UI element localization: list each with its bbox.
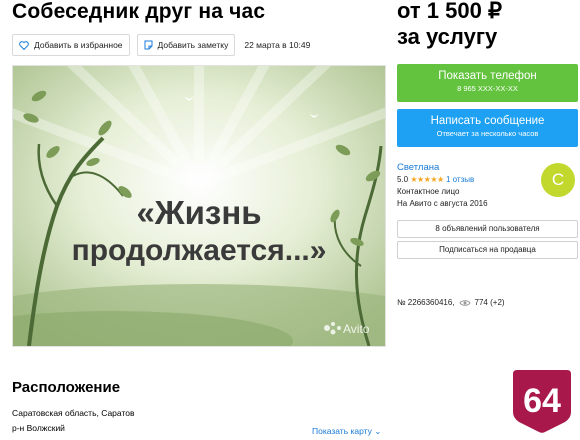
seller-rating: 5.0 (397, 175, 409, 184)
show-phone-button[interactable]: Показать телефон 8 965 XXX-XX-XX (397, 64, 578, 102)
seller-role: Контактное лицо (397, 187, 460, 196)
user-listings-button[interactable]: 8 объявлений пользователя (397, 220, 578, 238)
add-favorite-label: Добавить в избранное (34, 40, 123, 50)
rating-stars-icon: ★★★★★ (410, 175, 444, 184)
badge-text: 64 (523, 382, 561, 420)
price-unit: за услугу (397, 24, 498, 49)
view-count: 774 (+2) (474, 298, 505, 307)
phone-masked: 8 965 XXX-XX-XX (457, 84, 518, 93)
photo-watermark: Avito (343, 322, 370, 336)
ad-number: № 2266360416, (397, 298, 455, 307)
listing-photo[interactable]: «Жизнь продолжается...» Avito (12, 65, 386, 347)
price: от 1 500 ₽ за услугу (397, 0, 502, 50)
publish-date: 22 марта в 10:49 (244, 40, 311, 50)
seller-avatar[interactable]: С (541, 163, 575, 197)
location-district: р-н Волжский (12, 423, 65, 433)
subscribe-seller-button[interactable]: Подписаться на продавца (397, 241, 578, 259)
write-message-label: Написать сообщение (430, 115, 545, 127)
show-phone-label: Показать телефон (438, 70, 537, 82)
eye-icon (458, 299, 471, 306)
response-time: Отвечает за несколько часов (436, 129, 539, 138)
listing-title: Собеседник друг на час (12, 0, 266, 23)
chevron-down-icon: ⌄ (374, 426, 382, 436)
show-map-link[interactable]: Показать карту ⌄ (312, 426, 381, 437)
show-map-label: Показать карту (312, 426, 372, 436)
reviews-link[interactable]: 1 отзыв (446, 175, 474, 184)
seller-rating-row: 5.0 ★★★★★ 1 отзыв (397, 174, 488, 186)
write-message-button[interactable]: Написать сообщение Отвечает за несколько… (397, 109, 578, 147)
photo-caption-line2: продолжается...» (72, 234, 327, 267)
location-heading: Расположение (12, 379, 121, 396)
add-note-button[interactable]: Добавить заметку (136, 34, 236, 56)
seller-name-link[interactable]: Светлана (397, 162, 488, 174)
price-amount: от 1 500 ₽ (397, 0, 502, 23)
listing-actions: Добавить в избранное Добавить заметку 22… (12, 34, 310, 56)
photo-caption-line1: «Жизнь (136, 194, 261, 231)
add-favorite-button[interactable]: Добавить в избранное (12, 34, 130, 56)
photo-image: «Жизнь продолжается...» Avito (13, 66, 385, 346)
seller-since: На Авито с августа 2016 (397, 199, 488, 208)
heart-icon (19, 40, 29, 50)
ad-info: № 2266360416, 774 (+2) (397, 298, 505, 307)
region-64-badge-icon: 64 (513, 370, 571, 433)
location-region: Саратовская область, Саратов (12, 408, 135, 418)
add-note-label: Добавить заметку (157, 40, 229, 50)
note-icon (144, 40, 153, 50)
seller-info: Светлана 5.0 ★★★★★ 1 отзыв Контактное ли… (397, 162, 488, 210)
